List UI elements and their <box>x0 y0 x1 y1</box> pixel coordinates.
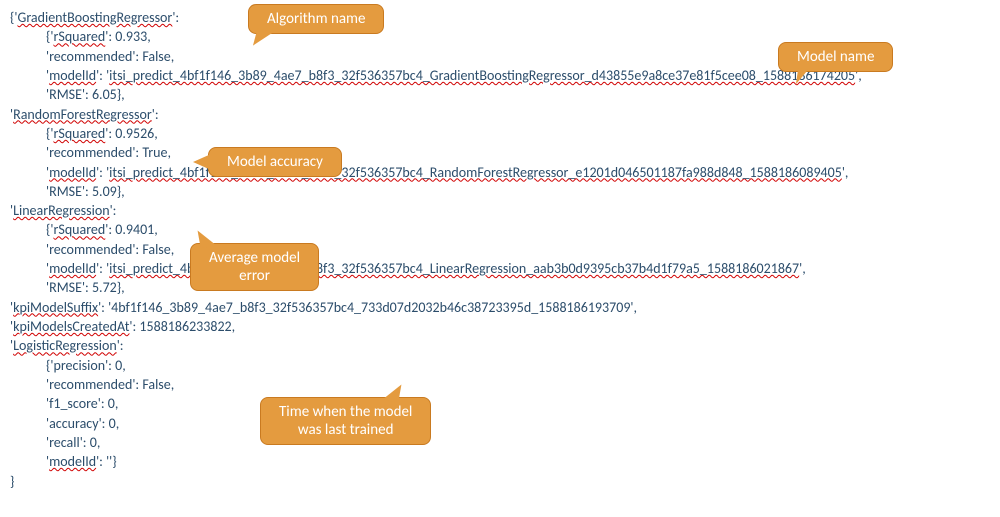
close-brace: } <box>10 472 990 491</box>
algo-key-lr: LinearRegression <box>13 202 109 219</box>
key-accuracy: accuracy <box>49 415 98 432</box>
key-modelid: modelId <box>49 67 96 84</box>
val-rsquared: 0.9401 <box>115 221 154 238</box>
key-rsquared: rSquared <box>54 221 106 238</box>
callout-model-name: Model name <box>778 42 893 72</box>
val-precision: 0 <box>115 357 122 374</box>
algo-key-rfr: RandomForestRegressor <box>13 106 152 123</box>
key-modelid: modelId <box>49 164 96 181</box>
json-output: {'GradientBoostingRegressor': {'rSquared… <box>10 8 990 491</box>
val-kpi-created: 1588186233822 <box>139 318 231 335</box>
key-rsquared: rSquared <box>54 28 106 45</box>
key-recall: recall <box>49 434 80 451</box>
callout-model-accuracy: Model accuracy <box>208 147 342 177</box>
val-kpi-suffix: 4bf1f146_3b89_4ae7_b8f3_32f536357bc4_733… <box>111 299 630 316</box>
key-rmse: RMSE <box>49 279 82 296</box>
val-recommended: True <box>142 144 167 161</box>
key-f1: f1_score <box>49 395 98 412</box>
algo-key-log: LogisticRegression <box>13 337 117 354</box>
callout-text: Algorithm name <box>267 10 365 28</box>
val-accuracy: 0 <box>109 415 116 432</box>
key-recommended: recommended <box>49 48 132 65</box>
val-recall: 0 <box>90 434 97 451</box>
key-rmse: RMSE <box>49 183 82 200</box>
val-recommended: False <box>142 48 170 65</box>
algo-key-gbr: GradientBoostingRegressor <box>18 9 173 26</box>
callout-text-line1: Time when the model <box>279 403 412 421</box>
val-rmse: 5.72 <box>92 279 117 296</box>
key-modelid: modelId <box>49 260 96 277</box>
key-recommended: recommended <box>49 144 132 161</box>
key-precision: precision <box>54 357 106 374</box>
callout-time-trained: Time when the model was last trained <box>260 397 431 445</box>
key-recommended: recommended <box>49 376 132 393</box>
val-rmse: 6.05 <box>92 86 117 103</box>
key-rsquared: rSquared <box>54 125 106 142</box>
callout-text-line2: was last trained <box>298 421 394 439</box>
callout-algorithm-name: Algorithm name <box>248 4 384 34</box>
key-modelid: modelId <box>49 453 96 470</box>
val-rsquared: 0.9526 <box>115 125 154 142</box>
key-rmse: RMSE <box>49 86 82 103</box>
callout-text-line2: error <box>239 267 270 285</box>
callout-text: Model name <box>797 48 874 66</box>
key-recommended: recommended <box>49 241 132 258</box>
callout-average-error: Average model error <box>190 243 319 291</box>
key-kpi-suffix: kpiModelSuffix <box>13 299 98 316</box>
val-modelid: itsi_predict_4bf1f146_3b89_4ae7_b8f3_32f… <box>109 67 855 84</box>
callout-text-line1: Average model <box>209 249 300 267</box>
val-recommended: False <box>142 376 170 393</box>
val-rsquared: 0.933 <box>115 28 147 45</box>
callout-text: Model accuracy <box>227 153 323 171</box>
val-rmse: 5.09 <box>92 183 117 200</box>
val-recommended: False <box>142 241 170 258</box>
val-f1: 0 <box>108 395 115 412</box>
key-kpi-created: kpiModelsCreatedAt <box>13 318 129 335</box>
